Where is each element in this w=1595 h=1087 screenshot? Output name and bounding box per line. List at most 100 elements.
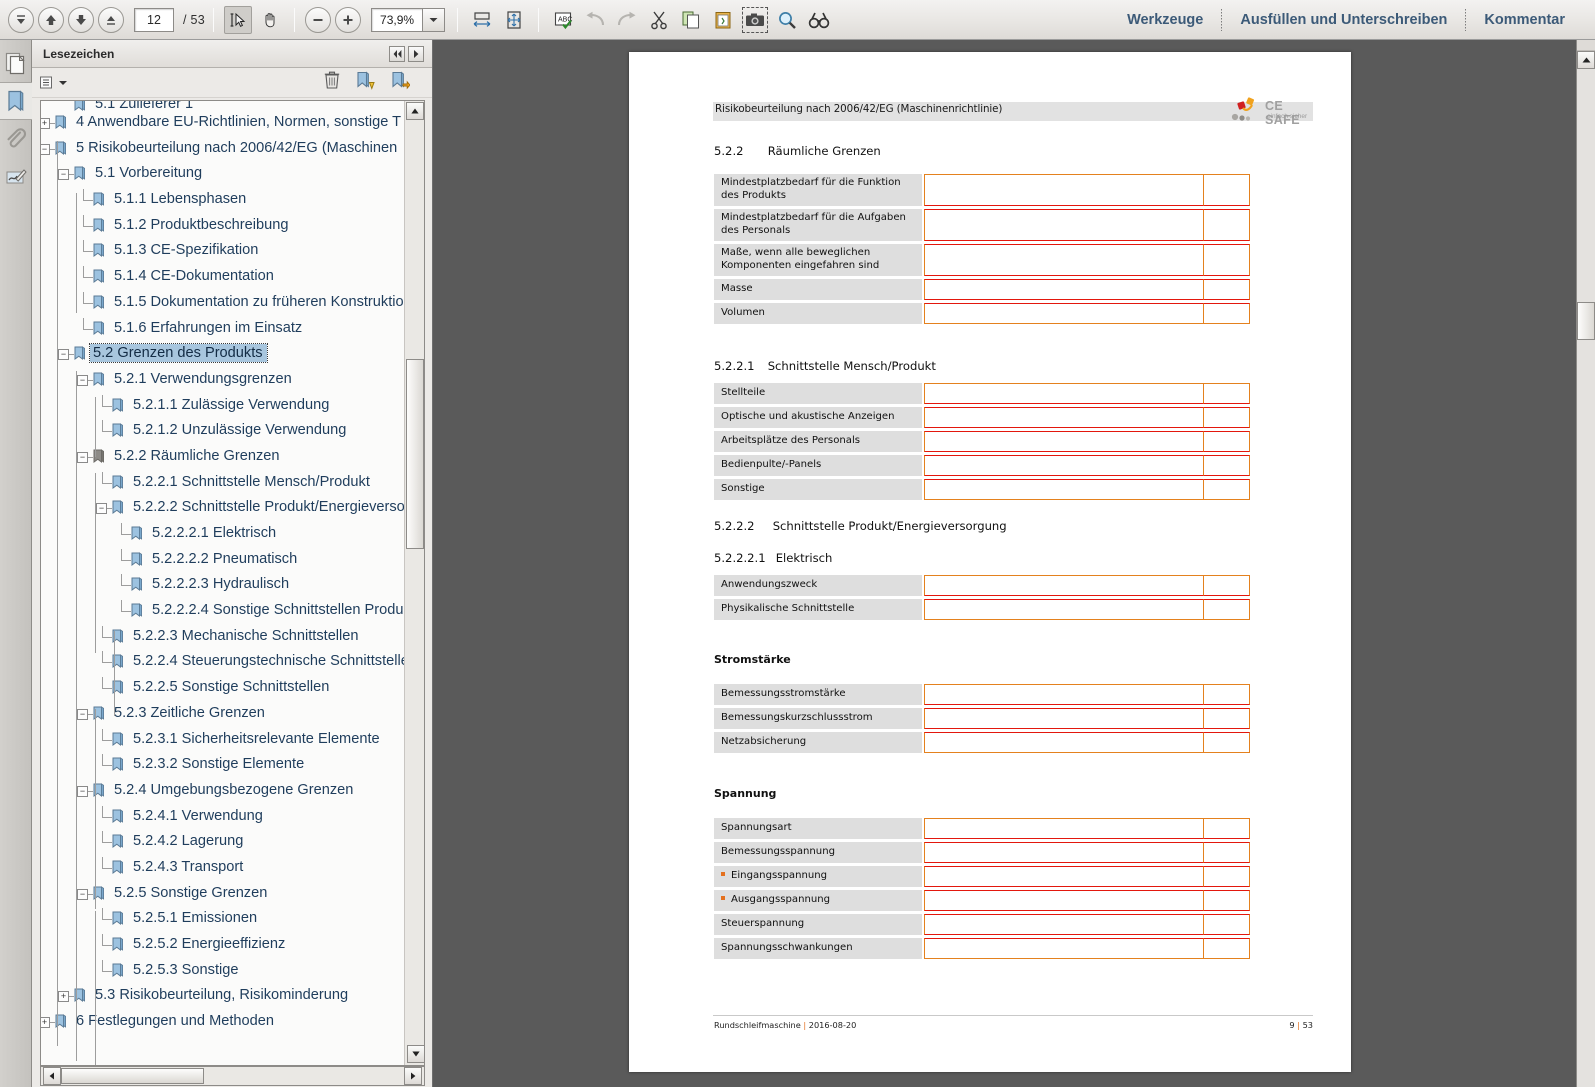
bookmark-item[interactable]: +4 Anwendbare EU-Richtlinien, Normen, so… bbox=[41, 111, 406, 137]
hand-tool-button[interactable] bbox=[256, 6, 284, 34]
table-check-cell[interactable] bbox=[1204, 732, 1250, 753]
table-input-cell[interactable] bbox=[924, 407, 1204, 428]
select-tool-button[interactable] bbox=[224, 5, 253, 34]
bookmarks-vertical-scrollbar[interactable] bbox=[404, 101, 424, 1065]
previous-page-button[interactable] bbox=[38, 6, 64, 33]
table-check-cell[interactable] bbox=[1204, 575, 1250, 596]
table-check-cell[interactable] bbox=[1204, 866, 1250, 887]
bookmark-item[interactable]: 5.1.2 Produktbeschreibung bbox=[41, 214, 406, 240]
document-vertical-scrollbar[interactable] bbox=[1576, 40, 1595, 1087]
scroll-left-button[interactable] bbox=[43, 1067, 61, 1085]
table-check-cell[interactable] bbox=[1204, 818, 1250, 839]
table-input-cell[interactable] bbox=[924, 842, 1204, 863]
table-check-cell[interactable] bbox=[1204, 708, 1250, 729]
bookmark-item[interactable]: 5.1 Zulieferer 1 bbox=[41, 101, 406, 111]
bookmark-item[interactable]: 5.2.2.4 Steuerungstechnische Schnittstel… bbox=[41, 650, 406, 676]
bookmarks-horizontal-scrollbar[interactable] bbox=[40, 1066, 425, 1086]
table-input-cell[interactable] bbox=[924, 866, 1204, 887]
bookmark-twisty[interactable]: − bbox=[77, 374, 88, 386]
redo-icon[interactable] bbox=[613, 6, 641, 34]
bookmark-twisty[interactable]: − bbox=[77, 785, 88, 797]
table-input-cell[interactable] bbox=[924, 818, 1204, 839]
undo-icon[interactable] bbox=[581, 6, 609, 34]
collapse-panel-button[interactable] bbox=[389, 45, 405, 62]
delete-bookmark-icon[interactable] bbox=[324, 71, 340, 94]
snapshot-icon[interactable] bbox=[741, 6, 769, 34]
page-number-input[interactable]: 12 bbox=[134, 7, 174, 32]
last-page-button[interactable] bbox=[98, 6, 124, 33]
comment-link[interactable]: Kommentar bbox=[1466, 12, 1583, 28]
bookmark-item[interactable]: 5.1.5 Dokumentation zu früheren Konstruk… bbox=[41, 291, 406, 317]
table-input-cell[interactable] bbox=[924, 732, 1204, 753]
table-check-cell[interactable] bbox=[1204, 842, 1250, 863]
bookmark-twisty[interactable]: − bbox=[58, 349, 69, 361]
bookmark-item[interactable]: 5.1.6 Erfahrungen im Einsatz bbox=[41, 317, 406, 343]
bookmarks-list[interactable]: 5.1 Zulieferer 1 +4 Anwendbare EU-Richtli… bbox=[41, 101, 406, 1065]
bookmark-twisty[interactable]: − bbox=[41, 143, 50, 155]
table-input-cell[interactable] bbox=[924, 890, 1204, 911]
table-input-cell[interactable] bbox=[924, 209, 1204, 241]
table-check-cell[interactable] bbox=[1204, 479, 1250, 500]
table-input-cell[interactable] bbox=[924, 303, 1204, 324]
tools-link[interactable]: Werkzeuge bbox=[1109, 12, 1221, 28]
signatures-icon[interactable] bbox=[0, 158, 32, 196]
bookmark-twisty[interactable]: + bbox=[41, 118, 50, 129]
bookmarks-tree[interactable]: 5.1 Zulieferer 1 +4 Anwendbare EU-Richtli… bbox=[40, 100, 425, 1066]
table-check-cell[interactable] bbox=[1204, 684, 1250, 705]
find-icon[interactable] bbox=[805, 6, 833, 34]
next-page-button[interactable] bbox=[68, 6, 94, 33]
table-input-cell[interactable] bbox=[924, 174, 1204, 206]
bookmark-item[interactable]: − 5.2.1 Verwendungsgrenzen bbox=[41, 368, 406, 394]
pdf-page[interactable]: Risikobeurteilung nach 2006/42/EG (Masch… bbox=[629, 52, 1351, 1072]
table-check-cell[interactable] bbox=[1204, 599, 1250, 620]
bookmark-twisty[interactable]: − bbox=[58, 169, 69, 181]
table-input-cell[interactable] bbox=[924, 479, 1204, 500]
bookmark-item[interactable]: 5.1.3 CE-Spezifikation bbox=[41, 239, 406, 265]
table-check-cell[interactable] bbox=[1204, 914, 1250, 935]
table-input-cell[interactable] bbox=[924, 244, 1204, 276]
new-bookmark-icon[interactable] bbox=[356, 70, 375, 95]
zoom-dropdown-button[interactable] bbox=[423, 7, 446, 32]
bookmark-twisty[interactable]: − bbox=[77, 451, 88, 463]
bookmark-item[interactable]: − 5 Risikobeurteilung nach 2006/42/EG (Ma… bbox=[41, 137, 406, 163]
table-input-cell[interactable] bbox=[924, 575, 1204, 596]
spellcheck-icon[interactable]: ABC bbox=[549, 6, 577, 34]
table-check-cell[interactable] bbox=[1204, 455, 1250, 476]
table-check-cell[interactable] bbox=[1204, 244, 1250, 276]
table-check-cell[interactable] bbox=[1204, 303, 1250, 324]
bookmarks-icon[interactable] bbox=[0, 82, 32, 120]
zoom-out-button[interactable] bbox=[305, 6, 332, 33]
paste-icon[interactable] bbox=[709, 6, 737, 34]
zoom-level-input[interactable]: 73,9% bbox=[371, 7, 424, 32]
table-check-cell[interactable] bbox=[1204, 938, 1250, 959]
bookmark-item[interactable]: − 5.2 Grenzen des Produkts bbox=[41, 342, 406, 368]
table-check-cell[interactable] bbox=[1204, 890, 1250, 911]
table-input-cell[interactable] bbox=[924, 279, 1204, 300]
table-input-cell[interactable] bbox=[924, 599, 1204, 620]
table-input-cell[interactable] bbox=[924, 383, 1204, 404]
table-input-cell[interactable] bbox=[924, 708, 1204, 729]
first-page-button[interactable] bbox=[8, 6, 34, 33]
bookmark-item[interactable]: − 5.1 Vorbereitung bbox=[41, 162, 406, 188]
scroll-up-button[interactable] bbox=[406, 102, 424, 120]
document-viewport[interactable]: Risikobeurteilung nach 2006/42/EG (Masch… bbox=[434, 40, 1595, 1087]
fit-page-icon[interactable] bbox=[500, 6, 528, 34]
table-input-cell[interactable] bbox=[924, 938, 1204, 959]
fill-and-sign-link[interactable]: Ausfüllen und Unterschreiben bbox=[1222, 12, 1465, 28]
page-thumbnails-icon[interactable] bbox=[0, 44, 32, 82]
table-check-cell[interactable] bbox=[1204, 383, 1250, 404]
bookmark-twisty[interactable]: + bbox=[58, 991, 69, 1003]
table-input-cell[interactable] bbox=[924, 455, 1204, 476]
table-check-cell[interactable] bbox=[1204, 279, 1250, 300]
scroll-down-button[interactable] bbox=[407, 1045, 424, 1063]
table-check-cell[interactable] bbox=[1204, 407, 1250, 428]
bookmark-twisty[interactable]: − bbox=[96, 503, 107, 515]
table-check-cell[interactable] bbox=[1204, 431, 1250, 452]
document-scroll-up-button[interactable] bbox=[1577, 51, 1595, 69]
expand-bookmarks-icon[interactable] bbox=[391, 70, 411, 95]
bookmark-item[interactable]: 5.2.2.5 Sonstige Schnittstellen bbox=[41, 676, 406, 702]
zoom-in-button[interactable] bbox=[335, 6, 362, 33]
fit-width-icon[interactable] bbox=[468, 6, 496, 34]
table-input-cell[interactable] bbox=[924, 684, 1204, 705]
attachments-icon[interactable] bbox=[0, 120, 32, 158]
